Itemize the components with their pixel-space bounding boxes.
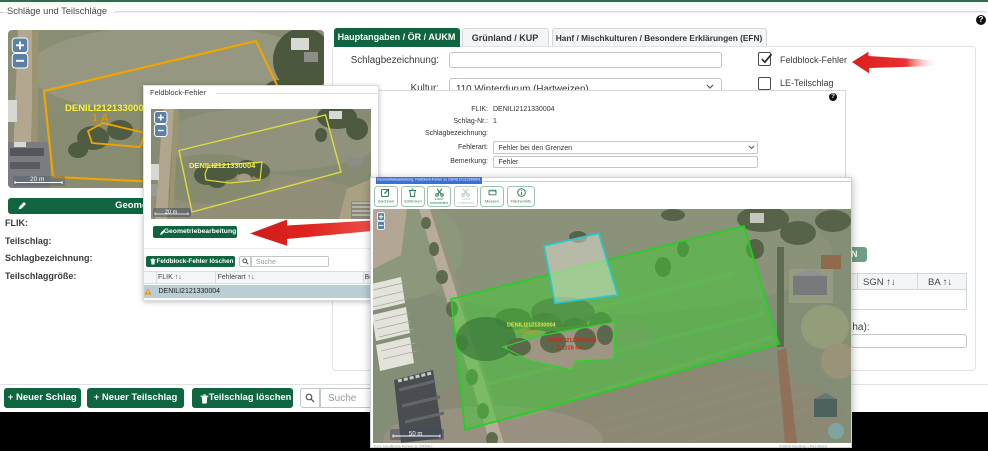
svg-text:DENILI2121816432: DENILI2121816432 (548, 338, 597, 344)
svg-text:20 m: 20 m (30, 176, 44, 183)
svg-text:1 A: 1 A (92, 113, 109, 125)
svg-text:DENILI2121330004: DENILI2121330004 (189, 161, 256, 170)
svg-text:50 m: 50 m (409, 432, 422, 438)
svg-text:0.737 ha: 0.737 ha (515, 330, 538, 336)
svg-text:20 m: 20 m (165, 210, 178, 216)
svg-text:1.1226 ha: 1.1226 ha (557, 346, 583, 352)
svg-text:DENILI2121330004: DENILI2121330004 (507, 323, 557, 329)
